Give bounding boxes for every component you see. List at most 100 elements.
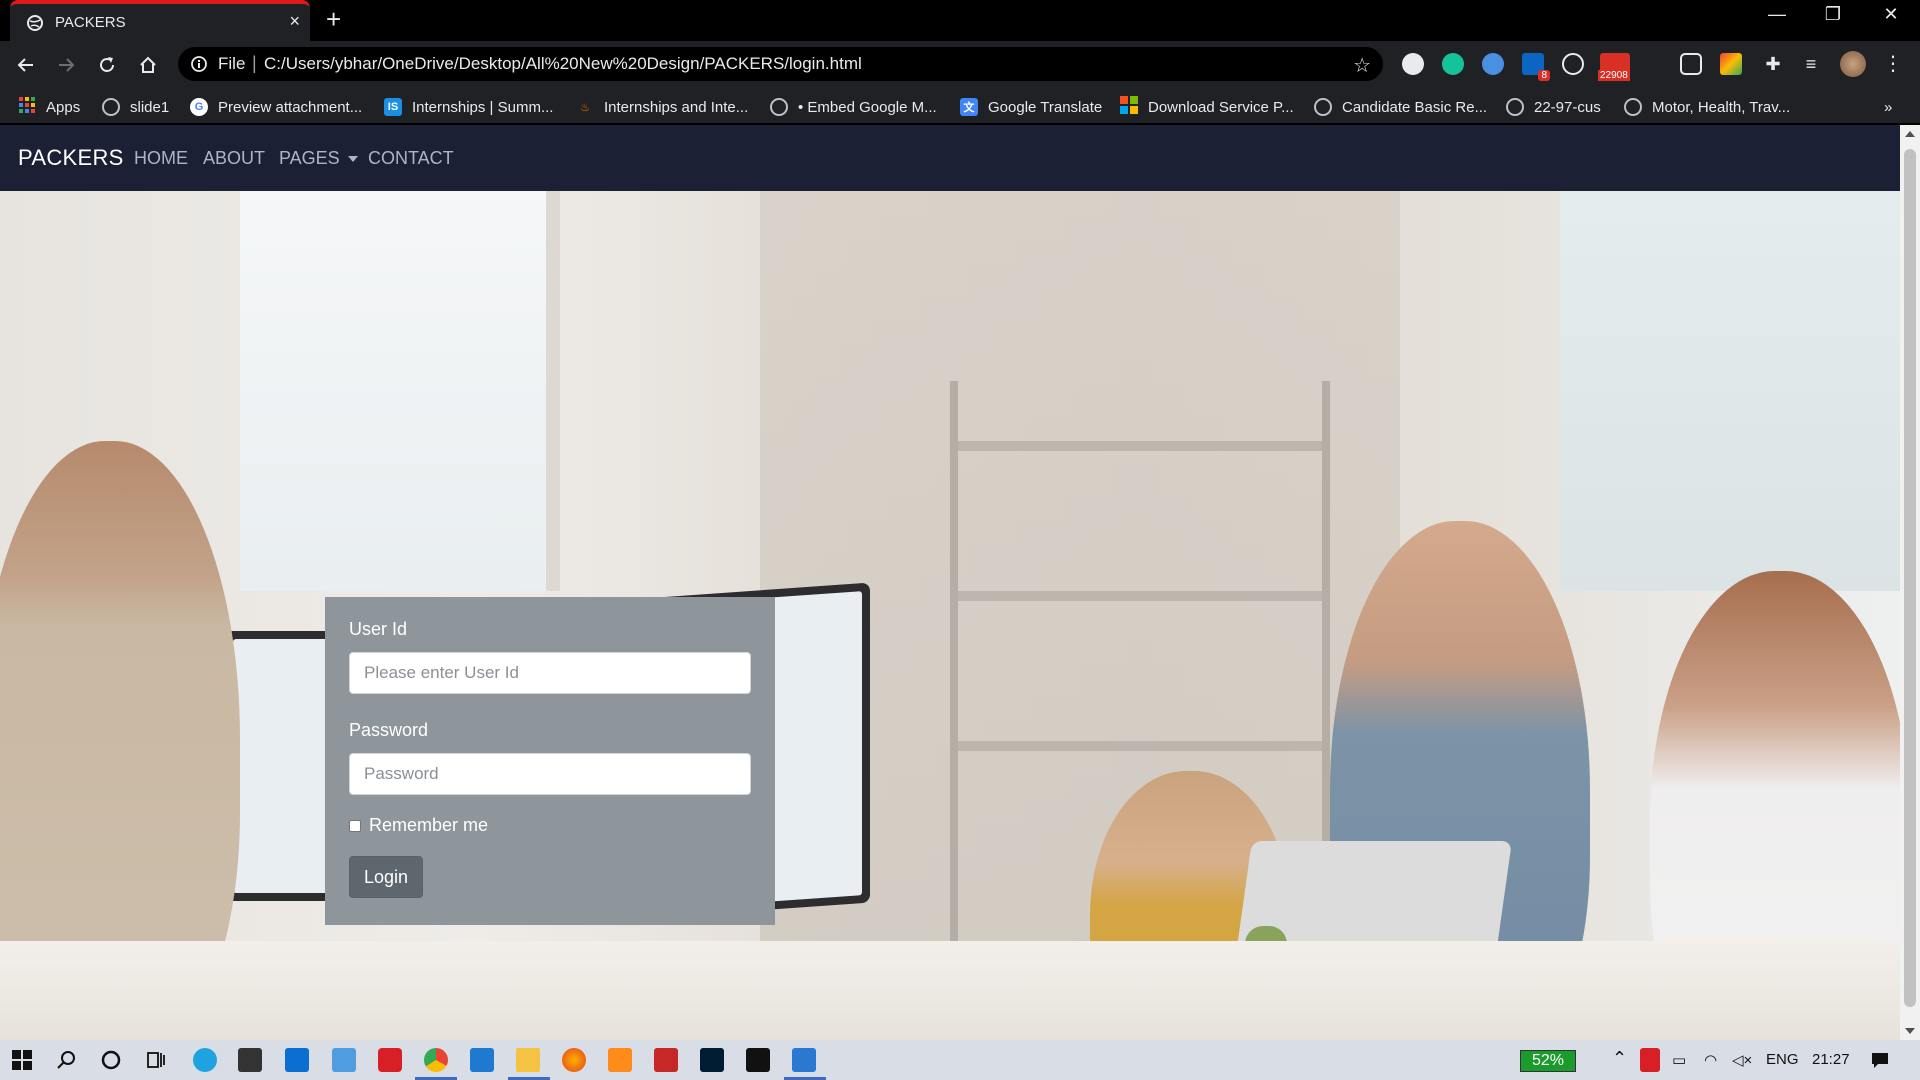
user-id-label: User Id xyxy=(349,619,408,639)
site-navbar: PACKERS HOME ABOUT PAGES CONTACT xyxy=(0,125,1900,191)
remember-me-label[interactable]: Remember me xyxy=(369,815,488,836)
url-separator: | xyxy=(252,53,257,73)
bookmark-label: • Embed Google M... xyxy=(798,98,937,116)
bookmark-star-icon[interactable]: ☆ xyxy=(1353,53,1371,78)
internshala-icon: IS xyxy=(384,98,402,116)
firefox-icon[interactable] xyxy=(562,1048,586,1072)
mail-ext-icon[interactable]: 22908 xyxy=(1598,53,1630,81)
nav-home-link[interactable]: HOME xyxy=(134,148,188,169)
bookmark-motor-health[interactable]: Motor, Health, Trav... xyxy=(1624,96,1790,118)
hero-background-photo xyxy=(0,191,1900,1040)
store-icon[interactable] xyxy=(238,1048,262,1072)
mail-icon[interactable] xyxy=(285,1048,309,1072)
bookmark-apps[interactable]: Apps xyxy=(18,96,80,118)
new-tab-button[interactable]: + xyxy=(326,6,341,32)
language-indicator[interactable]: ENG xyxy=(1766,1051,1799,1068)
url-text[interactable]: C:/Users/ybhar/OneDrive/Desktop/All%20Ne… xyxy=(264,54,862,74)
site-brand[interactable]: PACKERS xyxy=(18,145,124,171)
extension-badge: 8 xyxy=(1538,70,1550,81)
office-window xyxy=(240,191,560,591)
address-bar[interactable]: File | C:/Users/ybhar/OneDrive/Desktop/A… xyxy=(178,47,1383,81)
nav-contact-link[interactable]: CONTACT xyxy=(368,148,454,169)
bookmark-google-translate[interactable]: 文 Google Translate xyxy=(960,96,1102,118)
browser-tab[interactable]: PACKERS × xyxy=(10,0,310,41)
more-menu-icon[interactable]: ⋮ xyxy=(1882,53,1904,75)
chrome-icon[interactable] xyxy=(424,1048,448,1072)
clock[interactable]: 21:27 xyxy=(1812,1051,1850,1068)
back-arrow-icon[interactable] xyxy=(12,51,40,79)
netflix-icon[interactable] xyxy=(746,1048,770,1072)
password-input[interactable] xyxy=(349,753,751,795)
photoshop-icon[interactable] xyxy=(700,1048,724,1072)
globe-icon xyxy=(1506,98,1524,116)
photos-icon[interactable] xyxy=(792,1048,816,1072)
tray-chevron-up-icon[interactable]: ⌃ xyxy=(1612,1048,1627,1069)
bookmark-download-service[interactable]: Download Service P... xyxy=(1120,96,1294,118)
nav-about-link[interactable]: ABOUT xyxy=(203,148,265,169)
google-icon: G xyxy=(190,98,208,116)
window-close-button[interactable]: ✕ xyxy=(1868,4,1914,25)
windows-taskbar: 52% ⌃ ▭ ◠ ◁× ENG 21:27 xyxy=(0,1040,1920,1080)
scrollbar-thumb[interactable] xyxy=(1904,149,1916,1007)
task-view-icon[interactable] xyxy=(144,1048,168,1072)
scroll-down-icon[interactable] xyxy=(1905,1028,1915,1034)
bookmark-internships-inte[interactable]: ♨ Internships and Inte... xyxy=(576,96,748,118)
notification-center-icon[interactable] xyxy=(1868,1048,1892,1072)
grammarly-icon[interactable] xyxy=(1442,53,1464,75)
sublime-icon[interactable] xyxy=(608,1048,632,1072)
tab-close-icon[interactable]: × xyxy=(289,12,300,30)
vscode-icon[interactable] xyxy=(470,1048,494,1072)
camera-ext-icon[interactable] xyxy=(1680,53,1702,75)
profile-avatar[interactable] xyxy=(1840,51,1866,77)
bookmark-embed-google[interactable]: • Embed Google M... xyxy=(770,96,937,118)
windows-start-icon[interactable] xyxy=(10,1048,34,1072)
glass-partition xyxy=(1560,191,1900,591)
extension-badge: 22908 xyxy=(1598,70,1630,81)
login-button[interactable]: Login xyxy=(349,856,424,898)
battery-percent-indicator[interactable]: 52% xyxy=(1520,1050,1576,1072)
bookmark-internships-summ[interactable]: IS Internships | Summ... xyxy=(384,96,553,118)
file-explorer-icon[interactable] xyxy=(516,1048,540,1072)
cortana-icon[interactable] xyxy=(99,1048,123,1072)
bookmark-label: Candidate Basic Re... xyxy=(1342,98,1488,116)
restore-button[interactable]: ❐ xyxy=(1810,4,1856,25)
search-icon[interactable] xyxy=(54,1048,78,1072)
site-info-icon[interactable] xyxy=(190,55,208,78)
wifi-icon[interactable]: ◠ xyxy=(1704,1051,1717,1069)
anydesk-icon[interactable] xyxy=(378,1048,402,1072)
battery-icon[interactable]: ▭ xyxy=(1672,1051,1686,1069)
browser-toolbar: File | C:/Users/ybhar/OneDrive/Desktop/A… xyxy=(0,41,1920,88)
bookmark-label: Internships | Summ... xyxy=(412,98,554,116)
fire-icon: ♨ xyxy=(580,101,590,114)
bookmarks-overflow-button[interactable]: » xyxy=(1884,96,1892,118)
circle-ext-icon[interactable] xyxy=(1402,53,1424,75)
globe-icon xyxy=(770,98,788,116)
volume-muted-icon[interactable]: ◁× xyxy=(1732,1051,1752,1069)
home-icon[interactable] xyxy=(134,51,162,79)
tray-app-icon[interactable] xyxy=(1640,1048,1660,1072)
bookmark-slide1[interactable]: slide1 xyxy=(102,96,169,118)
bookmark-candidate-basic[interactable]: Candidate Basic Re... xyxy=(1314,96,1487,118)
reading-list-icon[interactable]: ≡ xyxy=(1800,53,1822,75)
puzzle-icon[interactable]: ✚ xyxy=(1762,53,1784,75)
minimize-button[interactable]: — xyxy=(1754,4,1800,25)
forward-arrow-icon[interactable] xyxy=(52,51,80,79)
scroll-up-icon[interactable] xyxy=(1905,131,1915,137)
remember-me-checkbox[interactable] xyxy=(349,819,361,832)
bookmark-preview-attachment[interactable]: G Preview attachment... xyxy=(190,96,362,118)
linkedin-ext-icon[interactable]: 8 xyxy=(1522,53,1550,81)
desk-surface xyxy=(0,941,1900,1040)
reload-icon[interactable] xyxy=(93,51,121,79)
people-icon[interactable] xyxy=(332,1048,356,1072)
colorful-ext-icon[interactable] xyxy=(1720,53,1742,75)
speedometer-ext-icon[interactable] xyxy=(1562,53,1584,75)
nav-pages-dropdown[interactable]: PAGES xyxy=(279,148,358,169)
filezilla-icon[interactable] xyxy=(654,1048,678,1072)
eye-ext-icon[interactable] xyxy=(1482,53,1504,75)
bookmark-22-97-cus[interactable]: 22-97-cus xyxy=(1506,96,1601,118)
edge-icon[interactable] xyxy=(193,1048,217,1072)
translate-icon: 文 xyxy=(960,98,978,116)
user-id-input[interactable] xyxy=(349,652,751,694)
page-scrollbar[interactable] xyxy=(1900,125,1920,1040)
microsoft-icon xyxy=(1120,96,1138,118)
